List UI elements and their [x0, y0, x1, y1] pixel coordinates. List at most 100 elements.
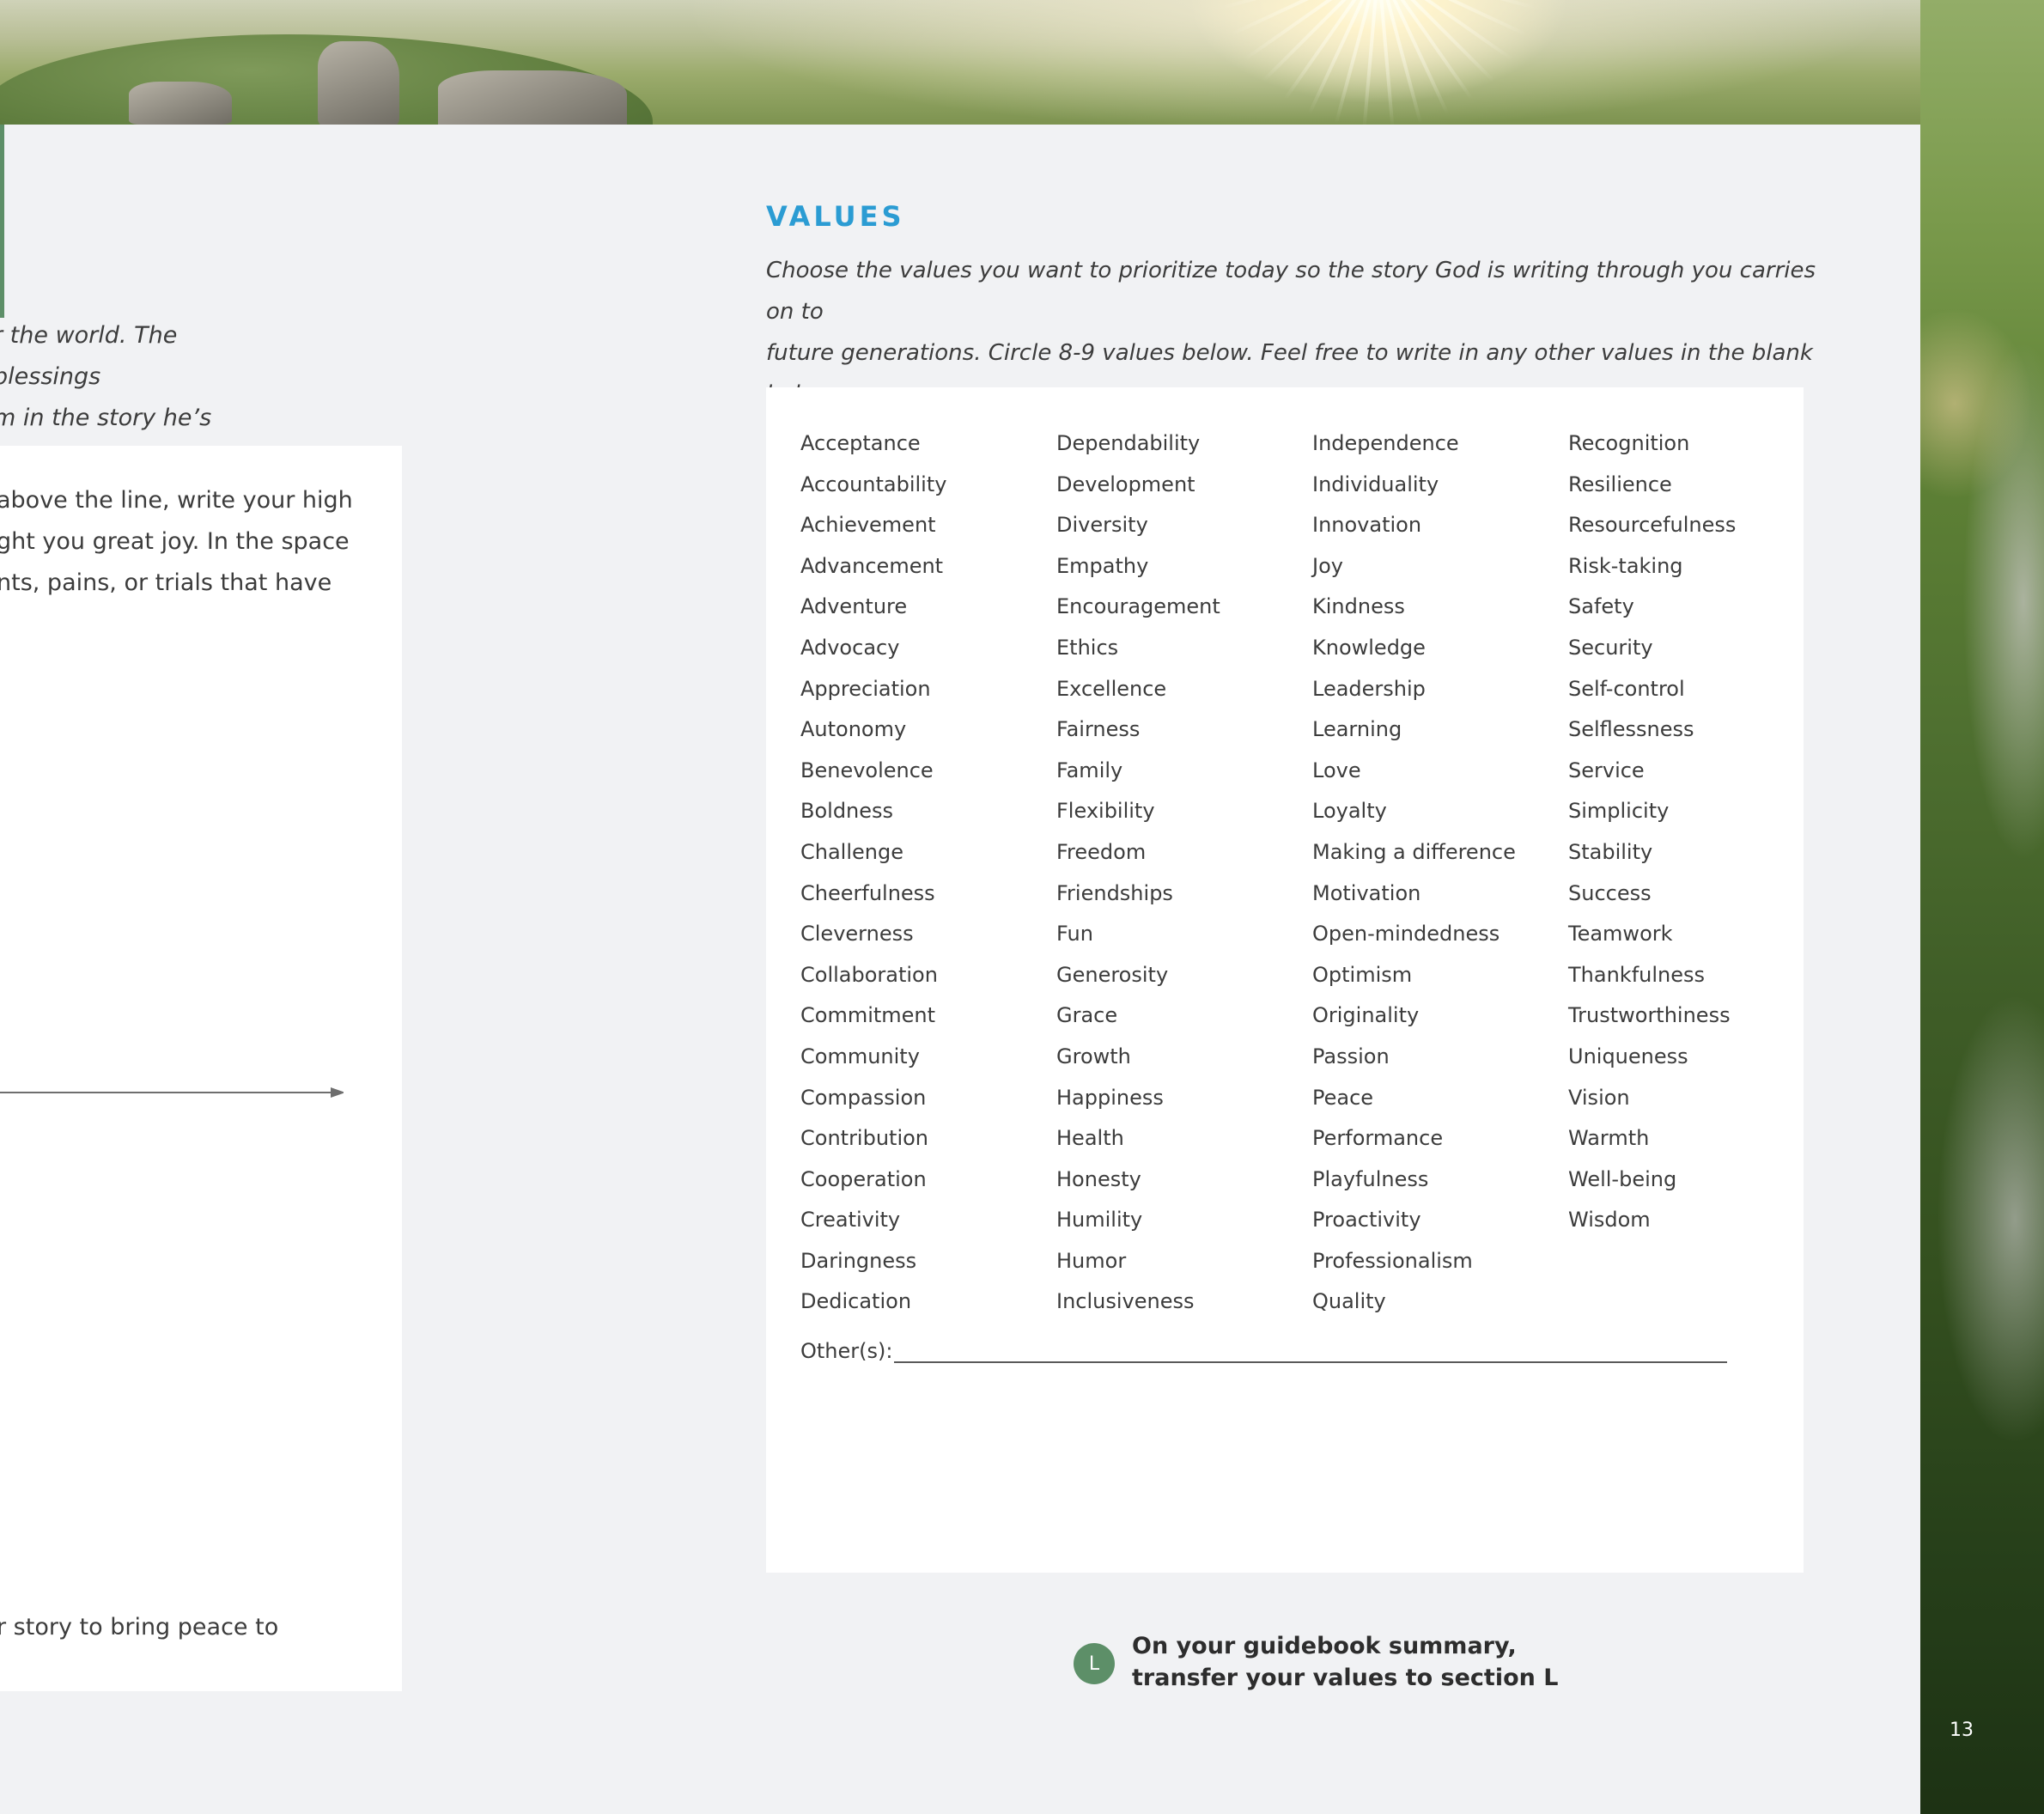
value-option[interactable]: Diversity: [1056, 505, 1312, 546]
value-option[interactable]: Recognition: [1568, 423, 1824, 465]
value-option[interactable]: Simplicity: [1568, 791, 1824, 832]
value-option[interactable]: Autonomy: [800, 709, 1056, 751]
guidebook-callout: L On your guidebook summary, transfer yo…: [1074, 1630, 1558, 1694]
value-option[interactable]: Selflessness: [1568, 709, 1824, 751]
value-option[interactable]: Vision: [1568, 1078, 1824, 1119]
value-option[interactable]: Professionalism: [1312, 1241, 1568, 1282]
value-option[interactable]: Quality: [1312, 1281, 1568, 1323]
value-option[interactable]: Making a difference: [1312, 832, 1568, 874]
value-option[interactable]: Ethics: [1056, 628, 1312, 669]
value-option[interactable]: Thankfulness: [1568, 955, 1824, 996]
value-option[interactable]: Success: [1568, 874, 1824, 915]
value-option[interactable]: Originality: [1312, 995, 1568, 1037]
value-option[interactable]: Risk-taking: [1568, 546, 1824, 587]
value-option[interactable]: Uniqueness: [1568, 1037, 1824, 1078]
value-option[interactable]: Cheerfulness: [800, 874, 1056, 915]
value-option[interactable]: Freedom: [1056, 832, 1312, 874]
value-option[interactable]: Motivation: [1312, 874, 1568, 915]
value-option[interactable]: Humility: [1056, 1200, 1312, 1241]
value-option[interactable]: Love: [1312, 751, 1568, 792]
value-option[interactable]: Fairness: [1056, 709, 1312, 751]
values-column: Dependability Development Diversity Empathy…: [1056, 423, 1312, 1323]
value-option[interactable]: Kindness: [1312, 587, 1568, 628]
others-field[interactable]: Other(s):: [800, 1339, 1728, 1363]
value-option[interactable]: Advocacy: [800, 628, 1056, 669]
value-option[interactable]: Generosity: [1056, 955, 1312, 996]
value-option[interactable]: Fun: [1056, 914, 1312, 955]
value-option[interactable]: Warmth: [1568, 1118, 1824, 1160]
value-option[interactable]: Independence: [1312, 423, 1568, 465]
value-option[interactable]: Trustworthiness: [1568, 995, 1824, 1037]
rock-outcrop: [318, 41, 399, 125]
timeline-instruction-line: above the line, write your high: [0, 487, 353, 514]
value-option[interactable]: Grace: [1056, 995, 1312, 1037]
value-option[interactable]: Peace: [1312, 1078, 1568, 1119]
value-option[interactable]: Learning: [1312, 709, 1568, 751]
value-option[interactable]: Growth: [1056, 1037, 1312, 1078]
value-option[interactable]: Collaboration: [800, 955, 1056, 996]
value-option[interactable]: Wisdom: [1568, 1200, 1824, 1241]
value-option[interactable]: Passion: [1312, 1037, 1568, 1078]
value-option[interactable]: Resilience: [1568, 465, 1824, 506]
value-option[interactable]: Dedication: [800, 1281, 1056, 1323]
value-option[interactable]: Joy: [1312, 546, 1568, 587]
value-option[interactable]: Advancement: [800, 546, 1056, 587]
value-option[interactable]: Humor: [1056, 1241, 1312, 1282]
value-option[interactable]: Daringness: [800, 1241, 1056, 1282]
value-option[interactable]: Benevolence: [800, 751, 1056, 792]
value-option[interactable]: Proactivity: [1312, 1200, 1568, 1241]
page-panel: r the world. The blessings m in the stor…: [0, 125, 1920, 1814]
value-option[interactable]: Resourcefulness: [1568, 505, 1824, 546]
value-option[interactable]: Appreciation: [800, 669, 1056, 710]
value-option[interactable]: Inclusiveness: [1056, 1281, 1312, 1323]
value-option[interactable]: Cooperation: [800, 1160, 1056, 1201]
timeline-bottom-text: r story to bring peace to: [0, 1614, 279, 1641]
value-option[interactable]: Individuality: [1312, 465, 1568, 506]
value-option[interactable]: Performance: [1312, 1118, 1568, 1160]
value-option[interactable]: Security: [1568, 628, 1824, 669]
value-option[interactable]: Loyalty: [1312, 791, 1568, 832]
rock-outcrop: [438, 70, 627, 125]
timeline-instruction-line: nts, pains, or trials that have: [0, 569, 332, 596]
value-option[interactable]: Friendships: [1056, 874, 1312, 915]
value-option[interactable]: Self-control: [1568, 669, 1824, 710]
value-option[interactable]: Compassion: [800, 1078, 1056, 1119]
callout-line: On your guidebook summary,: [1132, 1633, 1517, 1659]
value-option[interactable]: Challenge: [800, 832, 1056, 874]
value-option[interactable]: Flexibility: [1056, 791, 1312, 832]
value-option[interactable]: Open-mindedness: [1312, 914, 1568, 955]
value-option[interactable]: Service: [1568, 751, 1824, 792]
value-option[interactable]: Empathy: [1056, 546, 1312, 587]
value-option[interactable]: Encouragement: [1056, 587, 1312, 628]
value-option[interactable]: Boldness: [800, 791, 1056, 832]
value-option[interactable]: Development: [1056, 465, 1312, 506]
value-option[interactable]: Knowledge: [1312, 628, 1568, 669]
value-option[interactable]: Honesty: [1056, 1160, 1312, 1201]
value-option[interactable]: Community: [800, 1037, 1056, 1078]
value-option[interactable]: Adventure: [800, 587, 1056, 628]
value-option[interactable]: Dependability: [1056, 423, 1312, 465]
value-option[interactable]: Innovation: [1312, 505, 1568, 546]
value-option[interactable]: Health: [1056, 1118, 1312, 1160]
value-option[interactable]: Well-being: [1568, 1160, 1824, 1201]
value-option[interactable]: Stability: [1568, 832, 1824, 874]
value-option[interactable]: Commitment: [800, 995, 1056, 1037]
others-blank-line[interactable]: [894, 1341, 1728, 1363]
value-option[interactable]: Safety: [1568, 587, 1824, 628]
value-option[interactable]: Cleverness: [800, 914, 1056, 955]
value-option[interactable]: Achievement: [800, 505, 1056, 546]
value-option[interactable]: Playfulness: [1312, 1160, 1568, 1201]
value-option[interactable]: Contribution: [800, 1118, 1056, 1160]
value-option[interactable]: Happiness: [1056, 1078, 1312, 1119]
value-option[interactable]: Accountability: [800, 465, 1056, 506]
value-option[interactable]: Acceptance: [800, 423, 1056, 465]
timeline-arrow-icon: [0, 1087, 344, 1098]
value-option[interactable]: Creativity: [800, 1200, 1056, 1241]
value-option[interactable]: Teamwork: [1568, 914, 1824, 955]
value-option[interactable]: Optimism: [1312, 955, 1568, 996]
value-option[interactable]: Excellence: [1056, 669, 1312, 710]
page-number: 13: [1950, 1720, 1974, 1741]
value-option[interactable]: Family: [1056, 751, 1312, 792]
values-column: Acceptance Accountability Achievement Advan…: [800, 423, 1056, 1323]
value-option[interactable]: Leadership: [1312, 669, 1568, 710]
